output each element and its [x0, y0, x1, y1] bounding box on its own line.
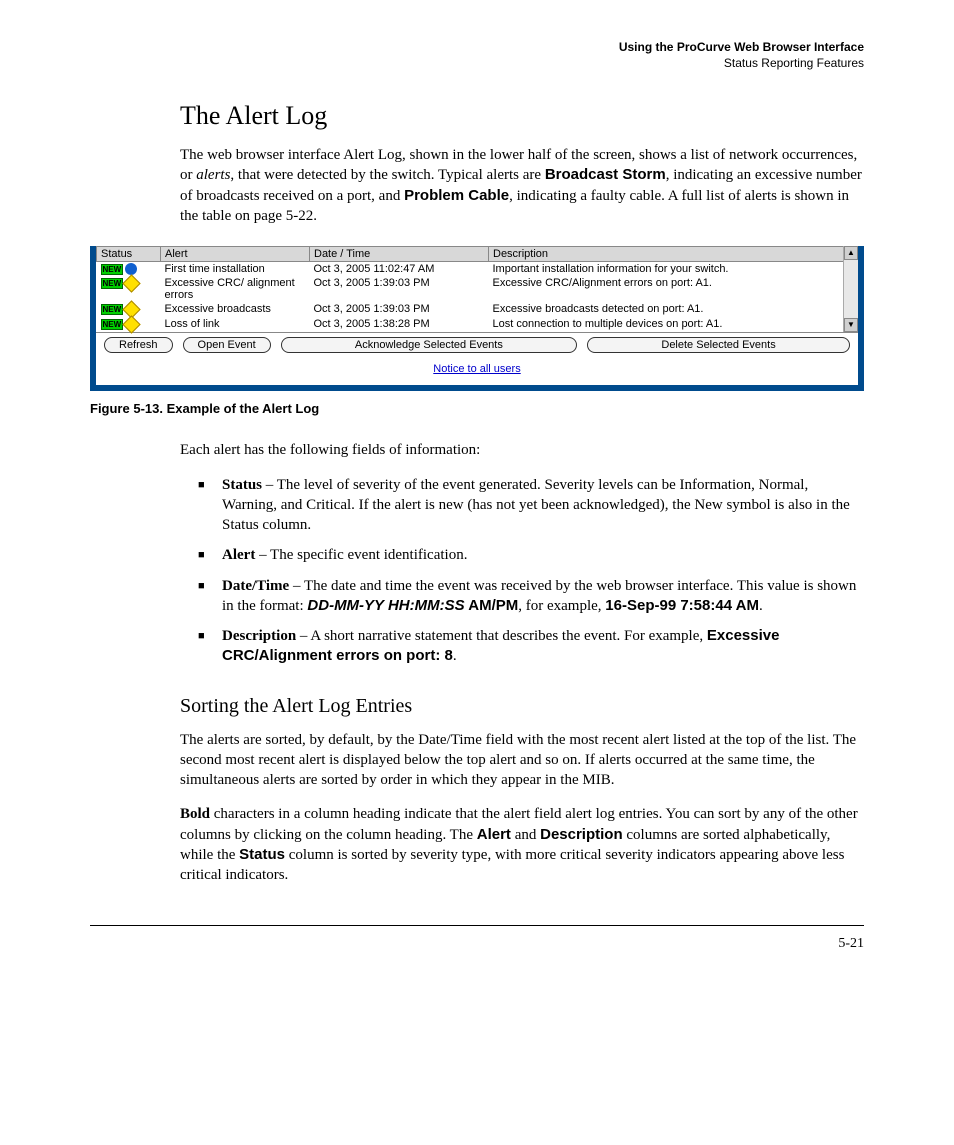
- col-datetime[interactable]: Date / Time: [310, 247, 489, 262]
- button-row: Refresh Open Event Acknowledge Selected …: [96, 332, 858, 357]
- table-row[interactable]: NEW Excessive CRC/ alignment errors Oct …: [97, 276, 858, 302]
- table-row[interactable]: NEW Loss of link Oct 3, 2005 1:38:28 PM …: [97, 317, 858, 332]
- acknowledge-button[interactable]: Acknowledge Selected Events: [281, 337, 578, 353]
- col-status[interactable]: Status: [97, 247, 161, 262]
- page-number: 5-21: [838, 936, 864, 951]
- intro-paragraph: The web browser interface Alert Log, sho…: [180, 145, 864, 226]
- sorting-heading: Sorting the Alert Log Entries: [180, 695, 864, 718]
- sorting-p1: The alerts are sorted, by default, by th…: [180, 730, 864, 791]
- table-row[interactable]: NEW First time installation Oct 3, 2005 …: [97, 262, 858, 277]
- list-item: Alert – The specific event identificatio…: [198, 545, 864, 565]
- page-footer: 5-21: [90, 925, 864, 952]
- table-header-row: Status Alert Date / Time Description: [97, 247, 858, 262]
- vertical-scrollbar[interactable]: ▲ ▼: [843, 246, 858, 332]
- table-row[interactable]: NEW Excessive broadcasts Oct 3, 2005 1:3…: [97, 302, 858, 317]
- col-alert[interactable]: Alert: [161, 247, 310, 262]
- col-description[interactable]: Description: [489, 247, 858, 262]
- fields-intro: Each alert has the following fields of i…: [180, 440, 864, 460]
- new-badge: NEW: [101, 278, 124, 289]
- new-badge: NEW: [101, 319, 124, 330]
- list-item: Status – The level of severity of the ev…: [198, 475, 864, 536]
- scroll-up-icon[interactable]: ▲: [844, 246, 858, 260]
- header-section: Status Reporting Features: [90, 56, 864, 72]
- sorting-p2: Bold characters in a column heading indi…: [180, 804, 864, 885]
- delete-button[interactable]: Delete Selected Events: [587, 337, 850, 353]
- list-item: Date/Time – The date and time the event …: [198, 576, 864, 617]
- page-header: Using the ProCurve Web Browser Interface…: [90, 40, 864, 71]
- page-title: The Alert Log: [180, 101, 864, 131]
- scroll-down-icon[interactable]: ▼: [844, 318, 858, 332]
- severity-warn-icon: [122, 275, 140, 293]
- figure-caption: Figure 5-13. Example of the Alert Log: [90, 401, 864, 416]
- figure-alert-log: Status Alert Date / Time Description NEW…: [90, 246, 864, 416]
- alert-log-table: Status Alert Date / Time Description NEW…: [96, 246, 858, 332]
- new-badge: NEW: [101, 264, 124, 275]
- refresh-button[interactable]: Refresh: [104, 337, 173, 353]
- severity-warn-icon: [122, 316, 140, 334]
- header-chapter: Using the ProCurve Web Browser Interface: [90, 40, 864, 56]
- fields-list: Status – The level of severity of the ev…: [198, 475, 864, 667]
- new-badge: NEW: [101, 304, 124, 315]
- open-event-button[interactable]: Open Event: [183, 337, 271, 353]
- notice-link[interactable]: Notice to all users: [433, 363, 520, 375]
- list-item: Description – A short narrative statemen…: [198, 626, 864, 667]
